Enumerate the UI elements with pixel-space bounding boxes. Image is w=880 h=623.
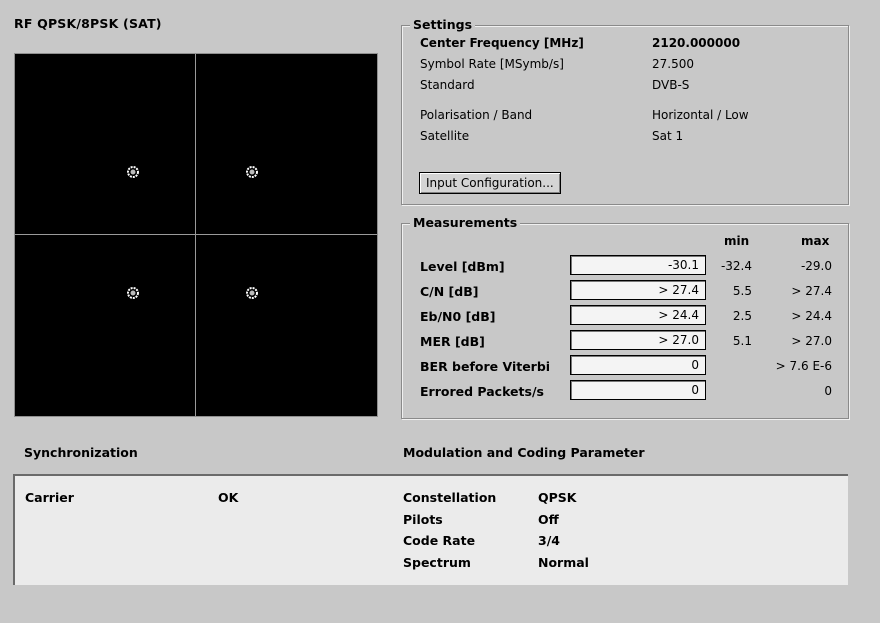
level-max: -29.0 — [800, 259, 832, 273]
code-rate-label: Code Rate — [403, 533, 476, 548]
center-frequency-value: 2120.000000 — [652, 36, 741, 50]
pilots-label: Pilots — [403, 512, 443, 527]
errored-packets-max: 0 — [824, 384, 832, 398]
standard-label: Standard — [420, 78, 475, 92]
carrier-label: Carrier — [25, 490, 74, 505]
max-column-header: max — [801, 234, 830, 248]
mer-max: > 27.0 — [791, 334, 832, 348]
measurements-title: Measurements — [410, 215, 521, 230]
errored-packets-value-field: 0 — [570, 380, 706, 400]
ebn0-label: Eb/N0 [dB] — [420, 309, 496, 324]
cn-label: C/N [dB] — [420, 284, 479, 299]
pilots-value: Off — [538, 512, 559, 527]
symbol-rate-label: Symbol Rate [MSymb/s] — [420, 57, 564, 71]
symbol-rate-value: 27.500 — [652, 57, 694, 71]
input-configuration-button[interactable]: Input Configuration... — [419, 172, 561, 194]
mer-label: MER [dB] — [420, 334, 485, 349]
modulation-heading: Modulation and Coding Parameter — [403, 445, 645, 460]
satellite-label: Satellite — [420, 129, 470, 143]
min-column-header: min — [724, 234, 750, 248]
level-label: Level [dBm] — [420, 259, 505, 274]
constellation-point — [246, 287, 258, 299]
ber-max: > 7.6 E-6 — [775, 359, 832, 373]
spectrum-value: Normal — [538, 555, 589, 570]
constellation-axis-vertical — [195, 54, 196, 416]
measurements-group: Measurements min max Level [dBm] -30.1 -… — [401, 215, 849, 419]
synchronization-heading: Synchronization — [24, 445, 138, 460]
page-title: RF QPSK/8PSK (SAT) — [14, 16, 162, 31]
status-panel: Carrier OK Constellation QPSK Pilots Off… — [13, 474, 848, 585]
ber-value-field: 0 — [570, 355, 706, 375]
polarisation-band-value: Horizontal / Low — [652, 108, 749, 122]
carrier-status: OK — [218, 490, 239, 505]
ebn0-max: > 24.4 — [791, 309, 832, 323]
constellation-point — [127, 166, 139, 178]
ber-label: BER before Viterbi — [420, 359, 551, 374]
ebn0-value-field: > 24.4 — [570, 305, 706, 325]
standard-value: DVB-S — [652, 78, 690, 92]
mer-value-field: > 27.0 — [570, 330, 706, 350]
constellation-param-value: QPSK — [538, 490, 577, 505]
constellation-display — [14, 53, 378, 417]
constellation-param-label: Constellation — [403, 490, 497, 505]
constellation-axis-horizontal — [15, 234, 377, 235]
constellation-point — [246, 166, 258, 178]
constellation-point — [127, 287, 139, 299]
cn-value-field: > 27.4 — [570, 280, 706, 300]
code-rate-value: 3/4 — [538, 533, 560, 548]
spectrum-label: Spectrum — [403, 555, 471, 570]
cn-max: > 27.4 — [791, 284, 832, 298]
errored-packets-label: Errored Packets/s — [420, 384, 544, 399]
satellite-value: Sat 1 — [652, 129, 684, 143]
polarisation-band-label: Polarisation / Band — [420, 108, 533, 122]
level-value-field: -30.1 — [570, 255, 706, 275]
settings-title: Settings — [410, 17, 476, 32]
settings-group: Settings Center Frequency [MHz] 2120.000… — [401, 17, 849, 205]
center-frequency-label: Center Frequency [MHz] — [420, 36, 584, 50]
